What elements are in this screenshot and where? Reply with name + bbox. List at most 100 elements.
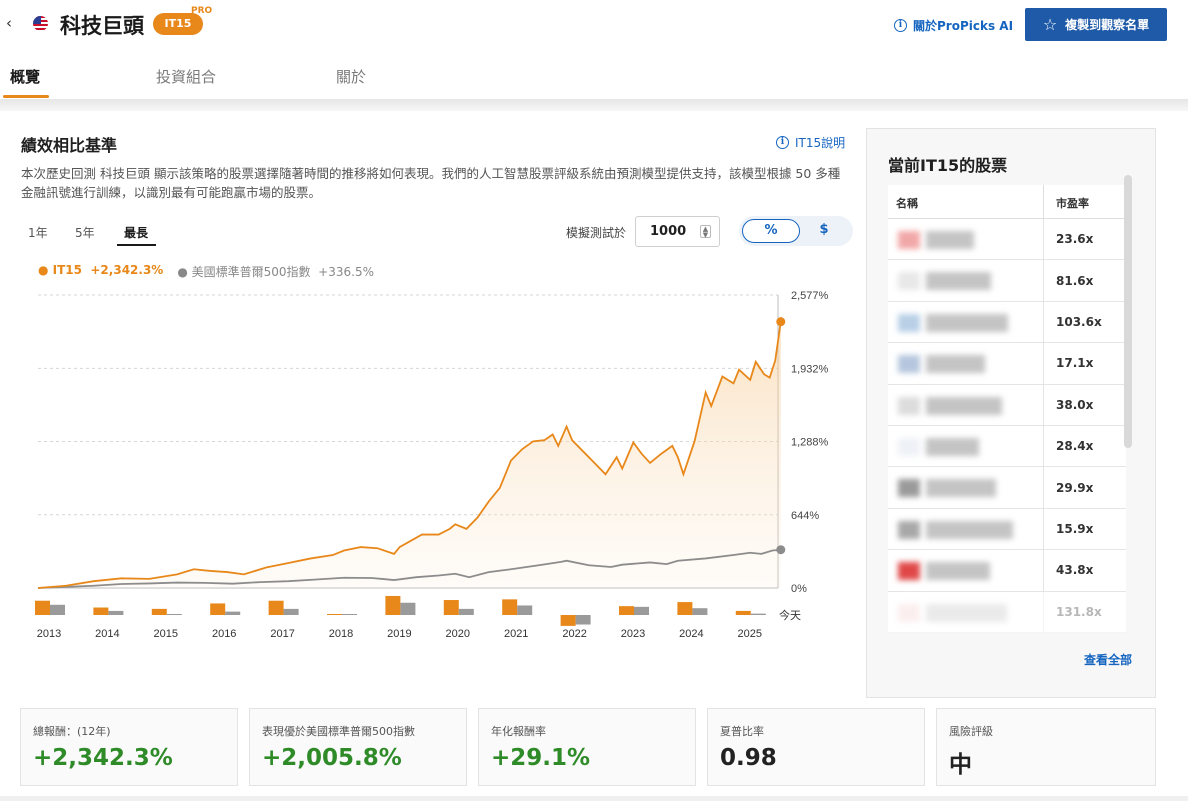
performance-title: 績效相比基準 (21, 136, 118, 155)
annual-bar-sp500 (692, 608, 708, 615)
performance-chart: 0% 644% 1,288% 1,932% 2,577% 2013 2014 2015 2016… (35, 290, 829, 640)
sim-amount-input[interactable]: 1000 ▲ ▼ (635, 216, 720, 247)
holding-name-blurred[interactable] (888, 591, 1044, 632)
year-label: 2021 (504, 628, 528, 640)
company-logo-icon (898, 479, 920, 498)
annual-bar-sp500 (166, 614, 182, 615)
performance-description: 本次歷史回測 科技巨頭 顯示該策略的股票選擇隨著時間的推移將如何表現。我們的人工… (21, 166, 841, 200)
section-divider (0, 99, 1188, 111)
holding-row[interactable]: 103.6x (888, 301, 1126, 344)
holding-row[interactable]: 15.9x (888, 508, 1126, 551)
it15-end-dot (776, 317, 786, 327)
tab-about[interactable]: 關於 (336, 66, 366, 87)
company-name-redacted (926, 562, 990, 581)
year-label: 2024 (679, 628, 703, 640)
stepper-icon[interactable]: ▲ ▼ (700, 225, 711, 239)
about-propicks-label: 關於ProPicks AI (913, 19, 1014, 33)
year-label: 2025 (738, 628, 762, 640)
star-icon: ☆ (1042, 15, 1058, 34)
page-title: 科技巨頭 (60, 14, 144, 38)
active-tab-indicator (3, 95, 49, 98)
range-5y[interactable]: 5年 (75, 224, 95, 241)
it15-explain-link[interactable]: i IT15說明 (776, 134, 845, 151)
holding-name-blurred[interactable] (888, 384, 1044, 425)
company-logo-icon (898, 437, 920, 456)
company-name-redacted (926, 603, 1007, 622)
holding-name-blurred[interactable] (888, 260, 1044, 301)
holding-name-blurred[interactable] (888, 301, 1044, 343)
it15-area (38, 321, 781, 588)
year-label: 2013 (37, 628, 61, 640)
toggle-percent[interactable]: % (742, 219, 800, 243)
col-header-name[interactable]: 名稱 (888, 185, 1044, 218)
holding-pe: 23.6x (1056, 232, 1094, 247)
holding-name-blurred[interactable] (888, 425, 1044, 467)
holding-row[interactable]: 81.6x (888, 260, 1126, 302)
holding-name-blurred[interactable] (888, 508, 1044, 550)
holding-row[interactable]: 38.0x (888, 384, 1126, 426)
annual-bar-it15 (443, 600, 459, 615)
toggle-dollar[interactable]: $ (795, 219, 853, 243)
annual-bar-sp500 (342, 614, 357, 615)
company-name-redacted (926, 355, 985, 374)
annual-bar-it15 (268, 600, 284, 615)
col-header-pe[interactable]: 市盈率 (1044, 185, 1089, 218)
holding-row[interactable]: 29.9x (888, 467, 1126, 509)
range-1y[interactable]: 1年 (28, 224, 48, 241)
holding-row[interactable]: 131.8x (888, 591, 1126, 633)
company-name-redacted (926, 437, 979, 456)
holding-name-blurred[interactable] (888, 550, 1044, 591)
holding-row[interactable]: 43.8x (888, 550, 1126, 592)
sim-amount-label: 模擬測試於 (566, 226, 627, 240)
view-all-link[interactable]: 查看全部 (1084, 651, 1132, 668)
stat-value: 中 (949, 752, 972, 778)
holdings-scrollbar[interactable] (1124, 175, 1132, 448)
stat-label: 總報酬：(12年) (33, 725, 111, 738)
annual-bar-it15 (502, 599, 518, 615)
annual-bar-it15 (35, 600, 50, 615)
holding-name-blurred[interactable] (888, 467, 1044, 508)
company-logo-icon (898, 272, 920, 291)
holdings-rows: 23.6x 81.6x 103.6x 17.1x 38.0x 28.4x 29.9x 15.9… (888, 219, 1126, 633)
company-name-redacted (926, 231, 974, 249)
stat-label: 表現優於美國標準普爾500指數 (262, 725, 415, 738)
pro-tag: PRO (191, 6, 213, 16)
tab-portfolio[interactable]: 投資組合 (156, 66, 216, 87)
year-label: 2015 (154, 628, 178, 640)
footer-divider (0, 796, 1188, 801)
annual-bar-sp500 (108, 610, 124, 615)
y-tick-label: 0% (791, 583, 807, 595)
legend-it15: ● IT15 +2,342.3% (38, 263, 164, 277)
year-label: 2023 (621, 628, 645, 640)
annual-bar-it15 (385, 595, 401, 615)
company-name-redacted (926, 479, 996, 498)
y-tick-label: 2,577% (791, 290, 829, 302)
year-label: 2018 (329, 628, 353, 640)
holding-name-blurred[interactable] (888, 343, 1044, 384)
holding-pe: 15.9x (1056, 521, 1094, 536)
stat-risk-rating: 風險評級 中 (936, 708, 1156, 786)
annual-bar-sp500 (400, 602, 416, 615)
copy-to-watchlist-button[interactable]: ☆ 複製到觀察名單 (1025, 8, 1167, 41)
annual-bar-sp500 (458, 608, 474, 615)
y-tick-label: 1,932% (791, 363, 829, 375)
annual-bar-sp500 (750, 613, 766, 615)
holding-row[interactable]: 28.4x (888, 425, 1126, 468)
stat-value: 0.98 (720, 745, 777, 771)
tab-bar: 概覽 投資組合 關於 (0, 52, 1188, 100)
y-tick-label: 1,288% (791, 437, 829, 449)
annual-bar-sp500 (575, 615, 591, 625)
year-label: 2019 (387, 628, 411, 640)
unit-toggle: % $ (739, 216, 853, 246)
annual-bar-it15 (151, 608, 167, 615)
about-propicks-link[interactable]: i 關於ProPicks AI (894, 17, 1013, 34)
range-max[interactable]: 最長 (124, 224, 148, 241)
holding-row[interactable]: 17.1x (888, 343, 1126, 385)
tab-overview[interactable]: 概覽 (10, 66, 40, 87)
holding-name-blurred[interactable] (888, 219, 1044, 260)
annual-bar-it15 (93, 607, 109, 615)
company-logo-icon (898, 603, 920, 622)
chevron-left-icon[interactable]: ‹ (6, 14, 12, 32)
year-label: 2016 (212, 628, 236, 640)
holding-row[interactable]: 23.6x (888, 219, 1126, 261)
